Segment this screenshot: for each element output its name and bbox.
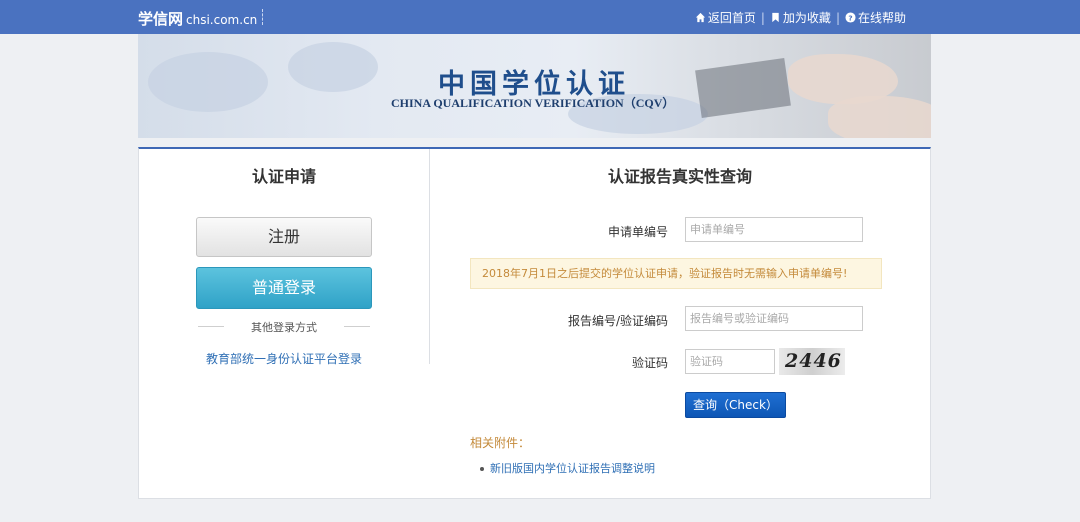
banner-map-shape <box>148 52 268 112</box>
link-separator: | <box>835 10 840 25</box>
captcha-image[interactable]: 2446 <box>779 348 845 375</box>
top-navigation-bar: 学信网 chsi.com.cn 返回首页 | 加为收藏 | ? 在线帮助 <box>0 0 1080 34</box>
attachment-item: 新旧版国内学位认证报告调整说明 <box>480 460 655 476</box>
help-link[interactable]: ? 在线帮助 <box>845 9 906 26</box>
register-button[interactable]: 注册 <box>196 217 372 257</box>
divider-line <box>344 326 370 327</box>
svg-text:?: ? <box>848 13 852 22</box>
login-button[interactable]: 普通登录 <box>196 267 372 309</box>
link-separator: | <box>760 10 765 25</box>
report-no-label: 报告编号/验证编码 <box>567 314 668 328</box>
verification-title: 认证报告真实性查询 <box>607 167 752 186</box>
notice-banner: 2018年7月1日之后提交的学位认证申请，验证报告时无需输入申请单编号! <box>470 258 882 289</box>
home-link[interactable]: 返回首页 <box>695 9 756 26</box>
report-no-input[interactable] <box>685 306 863 331</box>
help-link-label: 在线帮助 <box>857 11 906 25</box>
banner-card-image <box>695 57 791 119</box>
site-brand[interactable]: 学信网 chsi.com.cn <box>138 8 257 29</box>
captcha-label: 验证码 <box>631 356 668 370</box>
main-panel: 认证申请 注册 普通登录 其他登录方式 教育部统一身份认证平台登录 认证报告真实… <box>138 147 931 499</box>
application-no-label: 申请单编号 <box>607 225 668 239</box>
captcha-input[interactable] <box>685 349 775 374</box>
banner-subtitle: CHINA QUALIFICATION VERIFICATION（CQV） <box>391 96 675 110</box>
attachments-title: 相关附件： <box>470 436 531 450</box>
home-link-label: 返回首页 <box>707 11 756 25</box>
application-no-input[interactable] <box>685 217 863 242</box>
bullet-icon <box>480 467 484 471</box>
other-login-label: 其他登录方式 <box>251 321 317 334</box>
brand-divider <box>262 9 263 25</box>
query-button[interactable]: 查询（Check） <box>685 392 786 418</box>
banner-map-shape <box>288 42 378 92</box>
attachment-link[interactable]: 新旧版国内学位认证报告调整说明 <box>490 462 655 475</box>
brand-name: 学信网 <box>138 10 184 28</box>
other-login-divider: 其他登录方式 <box>196 319 372 334</box>
divider-line <box>198 326 224 327</box>
brand-domain: chsi.com.cn <box>186 13 258 27</box>
help-icon: ? <box>845 12 856 23</box>
bookmark-icon <box>772 12 779 23</box>
home-icon <box>695 12 705 23</box>
cqv-banner: 中国学位认证 CHINA QUALIFICATION VERIFICATION（… <box>138 34 931 138</box>
captcha-image-text: 2446 <box>785 350 842 372</box>
banner-hand-image <box>828 96 931 138</box>
application-title: 认证申请 <box>251 167 316 186</box>
bookmark-link-label: 加为收藏 <box>782 11 831 25</box>
bookmark-link[interactable]: 加为收藏 <box>770 9 831 26</box>
moe-login-link[interactable]: 教育部统一身份认证平台登录 <box>139 350 429 367</box>
header-links: 返回首页 | 加为收藏 | ? 在线帮助 <box>695 9 906 26</box>
